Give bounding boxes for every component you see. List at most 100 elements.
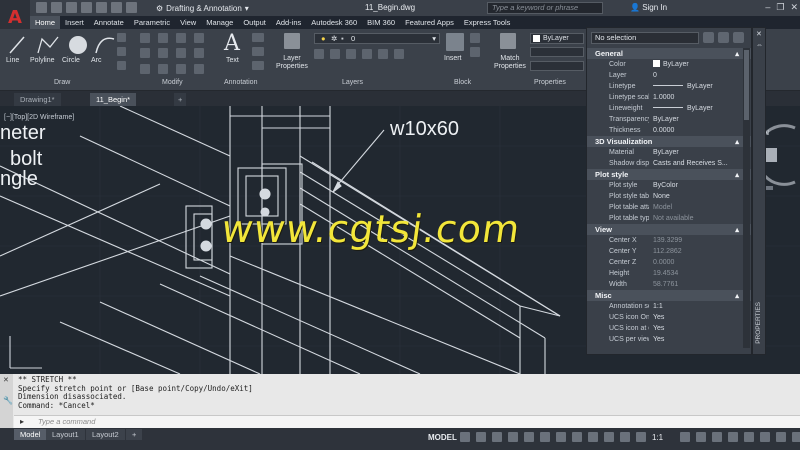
explode-icon[interactable] bbox=[194, 48, 204, 59]
selection-dropdown[interactable]: No selection bbox=[591, 32, 699, 44]
leader-icon[interactable] bbox=[252, 47, 264, 56]
tab-annotate[interactable]: Annotate bbox=[89, 16, 129, 29]
property-row[interactable]: Center X 139.3299 bbox=[587, 235, 751, 246]
model-space-toggle[interactable]: MODEL bbox=[428, 433, 457, 442]
save-as-icon[interactable] bbox=[81, 2, 92, 13]
array-icon[interactable] bbox=[176, 63, 186, 74]
property-row[interactable]: Plot table type Not available bbox=[587, 213, 751, 224]
object-snap-tracking-icon[interactable] bbox=[540, 432, 550, 442]
tab-parametric[interactable]: Parametric bbox=[129, 16, 175, 29]
hardware-acceleration-icon[interactable] bbox=[760, 432, 770, 442]
fillet-icon[interactable] bbox=[176, 48, 186, 59]
grid-icon[interactable] bbox=[460, 432, 470, 442]
workspace-switcher[interactable]: ⚙ Drafting & Annotation ▾ bbox=[152, 2, 253, 14]
save-icon[interactable] bbox=[66, 2, 77, 13]
trim-icon[interactable] bbox=[176, 33, 186, 43]
mirror-icon[interactable] bbox=[158, 48, 168, 59]
transparency-icon[interactable] bbox=[588, 432, 598, 442]
object-snap-icon[interactable] bbox=[556, 432, 566, 442]
auto-hide-icon[interactable]: ⇔ bbox=[756, 42, 763, 49]
category-misc[interactable]: Misc ▴ bbox=[587, 290, 751, 301]
layer-properties-icon[interactable] bbox=[284, 33, 300, 49]
wrench-icon[interactable]: 🔧 bbox=[3, 396, 13, 405]
edit-block-icon[interactable] bbox=[470, 47, 480, 57]
category-3d-visualization[interactable]: 3D Visualization ▴ bbox=[587, 136, 751, 147]
file-tab-11-begin[interactable]: 11_Begin* bbox=[90, 93, 137, 106]
circle-button[interactable]: Circle bbox=[62, 57, 80, 64]
command-line-gutter[interactable]: ✕ 🔧 bbox=[0, 374, 13, 428]
property-row[interactable]: Center Z 0.0000 bbox=[587, 257, 751, 268]
tab-view[interactable]: View bbox=[175, 16, 201, 29]
property-row[interactable]: Width 58.7761 bbox=[587, 279, 751, 290]
create-block-icon[interactable] bbox=[470, 33, 480, 43]
match-properties-icon[interactable] bbox=[500, 33, 516, 49]
insert-button[interactable]: Insert bbox=[444, 55, 462, 62]
lineweight-dropdown[interactable] bbox=[530, 47, 584, 57]
tab-add-ins[interactable]: Add-ins bbox=[271, 16, 306, 29]
viewport-controls[interactable]: [−][Top][2D Wireframe] bbox=[4, 114, 74, 121]
property-row[interactable]: UCS icon at ori... Yes bbox=[587, 323, 751, 334]
new-tab-button[interactable]: + bbox=[174, 93, 187, 106]
dimension-icon[interactable] bbox=[252, 33, 264, 42]
layer-properties-button[interactable]: Layer Properties bbox=[276, 55, 308, 71]
auto-scale-icon[interactable] bbox=[636, 432, 646, 442]
property-row[interactable]: Height 19.4534 bbox=[587, 268, 751, 279]
properties-scrollbar[interactable] bbox=[743, 48, 750, 348]
property-row[interactable]: Linetype ByLayer bbox=[587, 81, 751, 92]
tab-output[interactable]: Output bbox=[238, 16, 271, 29]
move-icon[interactable] bbox=[140, 33, 150, 43]
command-input[interactable]: ▸ Type a command bbox=[14, 415, 800, 428]
tab-featured-apps[interactable]: Featured Apps bbox=[400, 16, 459, 29]
rotate-icon[interactable] bbox=[158, 33, 168, 43]
scale-icon[interactable] bbox=[158, 63, 168, 74]
property-row[interactable]: Layer 0 bbox=[587, 70, 751, 81]
linetype-dropdown[interactable] bbox=[530, 61, 584, 71]
arc-button[interactable]: Arc bbox=[91, 57, 102, 64]
layout-tab-model[interactable]: Model bbox=[14, 429, 47, 440]
property-row[interactable]: Linetype scale 1.0000 bbox=[587, 92, 751, 103]
property-row[interactable]: Plot style table None bbox=[587, 191, 751, 202]
property-row[interactable]: UCS per viewport Yes bbox=[587, 334, 751, 345]
gradient-icon[interactable] bbox=[117, 61, 126, 70]
scrollbar-thumb[interactable] bbox=[744, 50, 749, 120]
category-general[interactable]: General ▴ bbox=[587, 48, 751, 59]
layer-dropdown[interactable]: 0 ● ✲ ▪ ▾ bbox=[314, 33, 440, 44]
isolate-objects-icon[interactable] bbox=[744, 432, 754, 442]
layer-isolate-icon[interactable] bbox=[330, 49, 340, 59]
close-icon[interactable]: ✕ bbox=[790, 2, 798, 13]
stretch-icon[interactable] bbox=[140, 63, 150, 74]
property-row[interactable]: Shadow display Casts and Receives S... bbox=[587, 158, 751, 169]
layout-tab-layout2[interactable]: Layout2 bbox=[86, 429, 125, 440]
layer-lock-icon[interactable] bbox=[362, 49, 372, 59]
layer-off-icon[interactable] bbox=[314, 49, 324, 59]
layer-freeze-icon[interactable] bbox=[346, 49, 356, 59]
insert-block-icon[interactable] bbox=[446, 33, 464, 51]
tab-insert[interactable]: Insert bbox=[60, 16, 89, 29]
undo-icon[interactable] bbox=[111, 2, 122, 13]
file-tab-drawing1[interactable]: Drawing1* bbox=[14, 93, 61, 106]
tab-bim-360[interactable]: BIM 360 bbox=[362, 16, 400, 29]
quick-properties-icon[interactable] bbox=[728, 432, 738, 442]
open-icon[interactable] bbox=[51, 2, 62, 13]
tab-autodesk-360[interactable]: Autodesk 360 bbox=[306, 16, 362, 29]
property-row[interactable]: Color ByLayer bbox=[587, 59, 751, 70]
erase-icon[interactable] bbox=[194, 33, 204, 43]
clean-screen-icon[interactable] bbox=[776, 432, 786, 442]
text-button[interactable]: Text bbox=[226, 57, 239, 64]
hatch-icon[interactable] bbox=[117, 47, 126, 56]
line-button[interactable]: Line bbox=[6, 57, 19, 64]
search-input[interactable]: Type a keyword or phrase bbox=[487, 2, 603, 14]
copy-icon[interactable] bbox=[140, 48, 150, 59]
color-dropdown[interactable]: ByLayer bbox=[530, 33, 584, 44]
ortho-icon[interactable] bbox=[492, 432, 502, 442]
property-row[interactable]: Plot style ByColor bbox=[587, 180, 751, 191]
tab-manage[interactable]: Manage bbox=[201, 16, 238, 29]
annotation-visibility-icon[interactable] bbox=[620, 432, 630, 442]
quick-select-icon[interactable] bbox=[733, 32, 744, 43]
property-row[interactable]: Lineweight ByLayer bbox=[587, 103, 751, 114]
toggle-pickadd-icon[interactable] bbox=[703, 32, 714, 43]
new-icon[interactable] bbox=[36, 2, 47, 13]
sign-in-button[interactable]: 👤 Sign In bbox=[630, 3, 667, 12]
polyline-button[interactable]: Polyline bbox=[30, 57, 55, 64]
selection-cycling-icon[interactable] bbox=[604, 432, 614, 442]
